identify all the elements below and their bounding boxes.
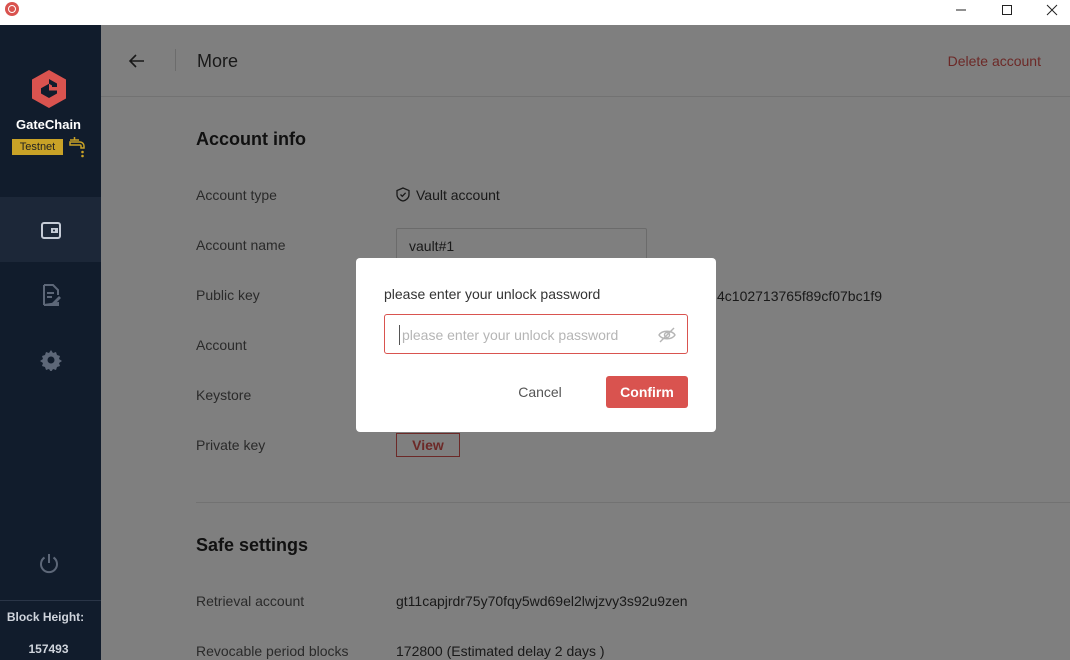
- wallet-icon: [40, 221, 61, 239]
- brand-name: GateChain: [15, 117, 81, 132]
- block-height-value: 157493: [28, 642, 69, 656]
- gatechain-logo-icon: [32, 70, 66, 108]
- nav-wallet[interactable]: [0, 197, 101, 262]
- faucet-icon[interactable]: [68, 136, 86, 158]
- document-edit-icon: [42, 283, 61, 306]
- network-badge: Testnet: [12, 139, 63, 155]
- maximize-icon: [1002, 5, 1012, 15]
- gear-icon: [39, 349, 62, 371]
- minimize-icon: [956, 9, 966, 11]
- nav-settings[interactable]: [0, 327, 101, 392]
- block-height-label: Block Height:: [6, 610, 85, 624]
- password-field: [384, 314, 688, 354]
- power-icon[interactable]: [38, 552, 60, 574]
- cancel-button[interactable]: Cancel: [506, 376, 574, 408]
- app-icon: [5, 2, 19, 16]
- confirm-button[interactable]: Confirm: [606, 376, 688, 408]
- maximize-button[interactable]: [984, 0, 1030, 20]
- window-titlebar: [0, 0, 1070, 25]
- sidebar: GateChain Testnet Block Height: 157493: [0, 25, 101, 660]
- dialog-title: please enter your unlock password: [384, 286, 601, 302]
- close-icon: [1046, 4, 1058, 16]
- nav-transactions[interactable]: [0, 262, 101, 327]
- password-input[interactable]: [399, 325, 649, 345]
- minimize-button[interactable]: [938, 0, 984, 20]
- unlock-password-dialog: please enter your unlock password Cancel…: [356, 258, 716, 432]
- sidebar-divider: [0, 600, 101, 601]
- close-button[interactable]: [1029, 0, 1070, 20]
- eye-slash-icon[interactable]: [657, 325, 677, 345]
